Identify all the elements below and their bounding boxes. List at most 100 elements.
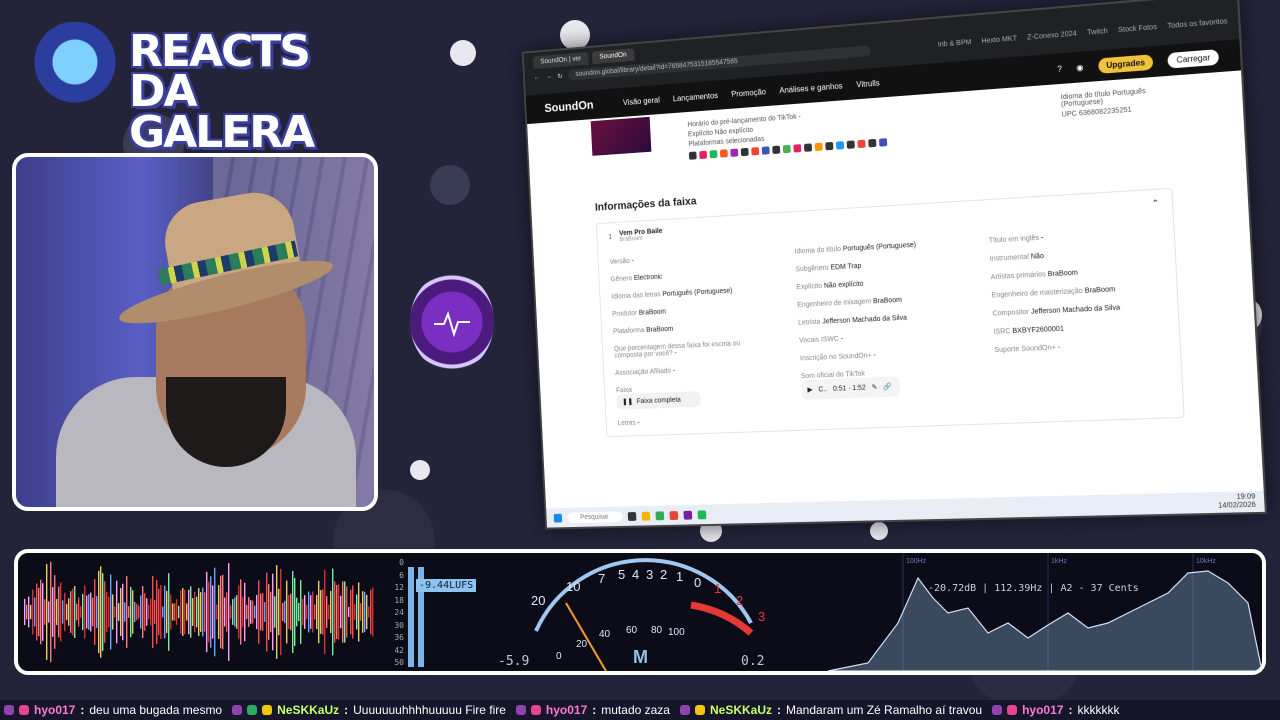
waveform-bar [302,598,304,626]
waveform-bar [26,604,28,620]
waveform-bar [260,593,262,631]
taskbar-app-icon[interactable] [683,510,693,520]
waveform-bar [66,603,68,621]
waveform-bar [210,576,212,648]
platform-icon [772,145,781,155]
nav-item-analytics[interactable]: Análises e ganhos [779,81,843,95]
waveform-bar [78,597,80,627]
waveform-bar [90,592,92,632]
vu-meter: 20 10 7 5 4 3 2 1 0 1 2 3 0 20 40 60 80 … [498,558,765,671]
waveform-bar [84,585,86,639]
nav-item-overview[interactable]: Visão geral [623,95,660,107]
waveform-bar [254,605,256,619]
field-key: Gênero [610,275,633,284]
field: Inscrição no SoundOn+ - [800,348,964,362]
taskbar-clock[interactable]: 19:09 14/02/2026 [1218,493,1257,510]
waveform-bar [158,588,160,636]
waveform-bar [242,596,244,628]
waveform-bar [104,581,106,643]
field-value: - [1057,344,1061,352]
waveform-bar [100,566,102,658]
waveform-bar [92,597,94,627]
play-icon[interactable]: ▶ [807,386,813,394]
browser-tab[interactable]: SoundOn [591,48,635,65]
waveform-bar [76,603,78,621]
channel-logo: REACTS DA GALERA [24,14,315,154]
platform-icon [846,140,855,149]
link-icon[interactable]: 🔗 [883,383,892,391]
bell-icon[interactable]: ◉ [1076,62,1084,72]
field-key: Plataforma [612,327,645,336]
waveform-bar [334,581,336,643]
spotify-icon[interactable] [697,509,707,519]
taskbar-search[interactable]: Pesquisar [567,510,623,523]
bookmark[interactable]: Twitch [1087,28,1108,37]
waveform-bar [214,567,216,657]
loudness-meter: 0 6 12 18 24 30 36 42 50 -9.44LUFS [380,557,490,667]
waveform-bar [272,573,274,651]
full-track-pill[interactable]: ❚❚ Faixa completa [616,391,701,410]
field: Subgênero EDM Trap [795,258,959,274]
bookmark[interactable]: Z-Conexo 2024 [1027,30,1077,41]
field-value: BraBoom [872,296,903,306]
waveform-bar [236,595,238,629]
fields-col-2: Idioma do título Português (Portuguese) … [794,239,968,431]
back-icon[interactable]: ← [534,74,541,81]
waveform-bar [306,604,308,620]
taskbar-app-icon[interactable] [627,511,637,521]
chrome-icon[interactable] [669,510,679,520]
nav-item-releases[interactable]: Lançamentos [673,91,719,103]
field-value: - [672,367,676,375]
help-icon[interactable]: ? [1057,64,1062,74]
spectrum-freq-label: 1kHz [1051,558,1067,565]
waveform-bar [356,594,358,630]
waveform-bar [346,586,348,638]
waveform-bar [304,595,306,629]
field-key: Suporte SoundOn+ [994,344,1057,355]
field: Gênero Electronic [610,268,767,284]
windows-start-icon[interactable] [553,513,563,523]
bookmark[interactable]: Stock Fotos [1118,24,1157,34]
spectrum-freq-label: 100Hz [906,558,927,565]
field-value: Não explícito [823,280,864,290]
brand-logo[interactable]: SoundOn [544,98,594,115]
upgrade-button[interactable]: Upgrades [1097,53,1154,74]
waveform-bar [216,604,218,620]
vu-scale-label: 80 [651,625,663,636]
field: Engenheiro de mixagem BraBoom [797,294,961,309]
waveform-bar [342,581,344,643]
vu-scale-label: 5 [618,567,625,582]
waveform-bar [282,602,284,622]
nav-item-vitrulls[interactable]: Vitrulls [856,78,880,89]
chat-separator: : [777,703,781,717]
field: Suporte SoundOn+ - [994,340,1167,355]
taskbar-app-icon[interactable] [655,510,665,520]
waveform-bar [326,596,328,628]
reload-icon[interactable]: ↻ [557,72,563,80]
nav-item-promotion[interactable]: Promoção [731,87,766,99]
waveform-bar [124,602,126,622]
waveform-bar [200,592,202,632]
pencil-icon[interactable]: ✎ [871,383,877,391]
chat-badge-icon [679,705,690,715]
vu-scale-label: 20 [576,639,588,650]
waveform-bar [364,591,366,633]
folder-icon[interactable] [641,511,651,521]
bookmark[interactable]: Hexto MKT [981,35,1017,45]
waveform-bar [244,582,246,642]
pause-icon[interactable]: ❚❚ [622,398,633,406]
astronaut-boombox-icon [30,22,120,122]
vu-scale-label: 4 [632,567,639,582]
forward-icon[interactable]: → [545,73,552,80]
bookmark[interactable]: Todos os favoritos [1167,18,1227,30]
bookmark[interactable]: Inb & BPM [938,39,972,49]
field-value: Português (Portuguese) [662,287,733,299]
player-time: 0:51 · 1:52 [832,384,866,393]
browser-tab[interactable]: SoundOn | ver [532,51,589,69]
waveform-bar [266,572,268,652]
upload-button[interactable]: Carregar [1167,48,1220,69]
chevron-up-icon[interactable]: ⌃ [1151,198,1160,210]
platform-icon [814,142,823,152]
waveform-bar [372,587,374,637]
vu-scale-label: 0 [556,651,562,662]
